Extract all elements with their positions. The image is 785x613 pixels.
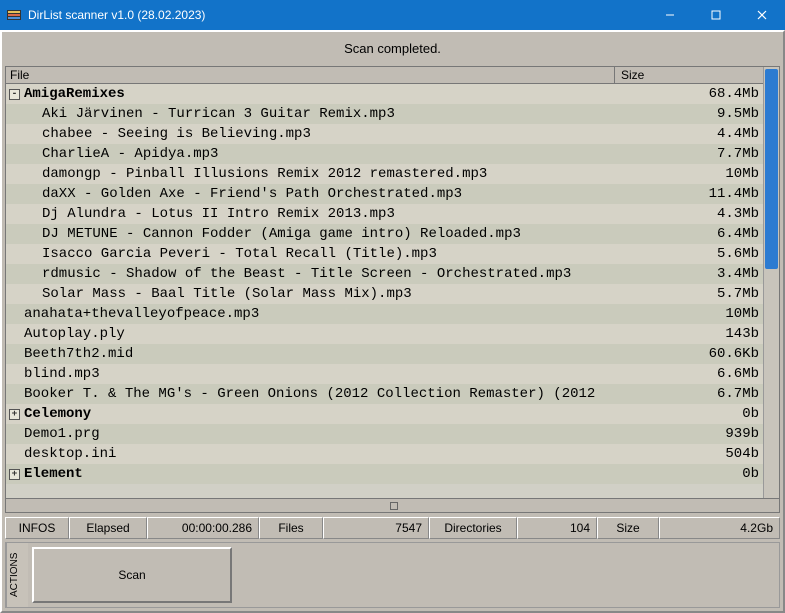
item-size: 5.7Mb xyxy=(615,286,763,302)
tree-dir-row[interactable]: + Celemony 0b xyxy=(6,404,763,424)
item-size: 10Mb xyxy=(615,306,763,322)
tree-file-row[interactable]: Dj Alundra - Lotus II Intro Remix 2013.m… xyxy=(6,204,763,224)
item-size: 504b xyxy=(615,446,763,462)
item-name: chabee - Seeing is Believing.mp3 xyxy=(42,126,311,142)
scrollbar-thumb[interactable] xyxy=(765,69,778,269)
item-size: 0b xyxy=(615,466,763,482)
infos-label: INFOS xyxy=(5,517,69,539)
item-name: AmigaRemixes xyxy=(24,86,125,102)
item-name: Dj Alundra - Lotus II Intro Remix 2013.m… xyxy=(42,206,395,222)
tree-file-row[interactable]: daXX - Golden Axe - Friend's Path Orches… xyxy=(6,184,763,204)
directories-value: 104 xyxy=(517,517,597,539)
file-list: File Size -AmigaRemixes 68.4Mb Aki Järvine… xyxy=(5,66,780,499)
tree-file-row[interactable]: blind.mp3 6.6Mb xyxy=(6,364,763,384)
tree-file-row[interactable]: CharlieA - Apidya.mp3 7.7Mb xyxy=(6,144,763,164)
tree-file-row[interactable]: Booker T. & The MG's - Green Onions (201… xyxy=(6,384,763,404)
elapsed-label: Elapsed xyxy=(69,517,147,539)
maximize-button[interactable] xyxy=(693,0,739,30)
item-name: Isacco Garcia Peveri - Total Recall (Tit… xyxy=(42,246,437,262)
tree-file-row[interactable]: Demo1.prg 939b xyxy=(6,424,763,444)
column-headers: File Size xyxy=(6,67,763,84)
item-name: daXX - Golden Axe - Friend's Path Orches… xyxy=(42,186,462,202)
item-name: Element xyxy=(24,466,83,482)
minimize-button[interactable] xyxy=(647,0,693,30)
tree-file-row[interactable]: Isacco Garcia Peveri - Total Recall (Tit… xyxy=(6,244,763,264)
tree-dir-row[interactable]: + Element 0b xyxy=(6,464,763,484)
item-name: DJ METUNE - Cannon Fodder (Amiga game in… xyxy=(42,226,521,242)
item-name: Autoplay.ply xyxy=(24,326,125,342)
item-size: 0b xyxy=(615,406,763,422)
expand-icon[interactable]: + xyxy=(9,469,20,480)
item-size: 4.3Mb xyxy=(615,206,763,222)
tree-file-row[interactable]: Autoplay.ply 143b xyxy=(6,324,763,344)
titlebar[interactable]: DirList scanner v1.0 (28.02.2023) xyxy=(0,0,785,30)
item-size: 939b xyxy=(615,426,763,442)
tree-file-row[interactable]: damongp - Pinball Illusions Remix 2012 r… xyxy=(6,164,763,184)
actions-tab-label: ACTIONS xyxy=(6,543,28,607)
item-name: Beeth7th2.mid xyxy=(24,346,133,362)
item-size: 4.4Mb xyxy=(615,126,763,142)
tree-dir-row[interactable]: -AmigaRemixes 68.4Mb xyxy=(6,84,763,104)
actions-strip: ACTIONS Scan xyxy=(5,542,780,608)
item-size: 10Mb xyxy=(615,166,763,182)
item-name: damongp - Pinball Illusions Remix 2012 r… xyxy=(42,166,487,182)
main-panel: Scan completed. File Size -AmigaRemixes 6… xyxy=(0,30,785,613)
tree-file-row[interactable]: desktop.ini 504b xyxy=(6,444,763,464)
item-size: 6.7Mb xyxy=(615,386,763,402)
column-header-size[interactable]: Size xyxy=(615,67,763,83)
item-name: Aki Järvinen - Turrican 3 Guitar Remix.m… xyxy=(42,106,395,122)
item-size: 7.7Mb xyxy=(615,146,763,162)
item-size: 9.5Mb xyxy=(615,106,763,122)
app-icon xyxy=(6,7,22,23)
elapsed-value: 00:00:00.286 xyxy=(147,517,259,539)
item-size: 11.4Mb xyxy=(615,186,763,202)
status-message: Scan completed. xyxy=(5,35,780,66)
item-name: Demo1.prg xyxy=(24,426,100,442)
tree-file-row[interactable]: Beeth7th2.mid 60.6Kb xyxy=(6,344,763,364)
horizontal-scrollbar[interactable] xyxy=(5,499,780,513)
files-label: Files xyxy=(259,517,323,539)
item-name: CharlieA - Apidya.mp3 xyxy=(42,146,218,162)
column-header-file[interactable]: File xyxy=(6,67,615,83)
item-name: Solar Mass - Baal Title (Solar Mass Mix)… xyxy=(42,286,412,302)
size-value: 4.2Gb xyxy=(659,517,780,539)
close-button[interactable] xyxy=(739,0,785,30)
item-size: 6.6Mb xyxy=(615,366,763,382)
vertical-scrollbar[interactable] xyxy=(763,67,779,498)
item-size: 143b xyxy=(615,326,763,342)
item-name: Booker T. & The MG's - Green Onions (201… xyxy=(24,386,595,402)
info-strip: INFOS Elapsed 00:00:00.286 Files 7547 Di… xyxy=(5,517,780,539)
item-name: desktop.ini xyxy=(24,446,116,462)
item-size: 5.6Mb xyxy=(615,246,763,262)
tree-file-row[interactable]: Aki Järvinen - Turrican 3 Guitar Remix.m… xyxy=(6,104,763,124)
item-size: 6.4Mb xyxy=(615,226,763,242)
item-name: anahata+thevalleyofpeace.mp3 xyxy=(24,306,259,322)
collapse-icon[interactable]: - xyxy=(9,89,20,100)
size-label: Size xyxy=(597,517,659,539)
tree-file-row[interactable]: Solar Mass - Baal Title (Solar Mass Mix)… xyxy=(6,284,763,304)
item-size: 3.4Mb xyxy=(615,266,763,282)
item-name: blind.mp3 xyxy=(24,366,100,382)
files-value: 7547 xyxy=(323,517,429,539)
directories-label: Directories xyxy=(429,517,517,539)
expand-icon[interactable]: + xyxy=(9,409,20,420)
rows-container: -AmigaRemixes 68.4Mb Aki Järvinen - Turric… xyxy=(6,84,763,498)
item-name: rdmusic - Shadow of the Beast - Title Sc… xyxy=(42,266,571,282)
tree-file-row[interactable]: anahata+thevalleyofpeace.mp3 10Mb xyxy=(6,304,763,324)
tree-file-row[interactable]: rdmusic - Shadow of the Beast - Title Sc… xyxy=(6,264,763,284)
tree-file-row[interactable]: chabee - Seeing is Believing.mp3 4.4Mb xyxy=(6,124,763,144)
window-title: DirList scanner v1.0 (28.02.2023) xyxy=(28,8,647,22)
tree-file-row[interactable]: DJ METUNE - Cannon Fodder (Amiga game in… xyxy=(6,224,763,244)
item-size: 60.6Kb xyxy=(615,346,763,362)
scan-button-label: Scan xyxy=(118,568,145,582)
item-name: Celemony xyxy=(24,406,91,422)
item-size: 68.4Mb xyxy=(615,86,763,102)
scan-button[interactable]: Scan xyxy=(32,547,232,603)
